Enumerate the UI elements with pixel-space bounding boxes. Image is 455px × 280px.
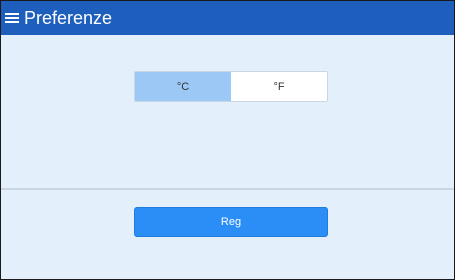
menu-icon-bar bbox=[5, 21, 19, 23]
menu-icon-bar bbox=[5, 17, 19, 19]
hamburger-menu-icon[interactable] bbox=[5, 11, 19, 25]
preferences-window: Preferenze °C °F Reg bbox=[0, 0, 455, 280]
page-title: Preferenze bbox=[24, 8, 113, 28]
section-divider bbox=[1, 188, 454, 190]
app-header: Preferenze bbox=[1, 1, 454, 35]
temperature-unit-toggle: °C °F bbox=[134, 71, 328, 102]
fahrenheit-option[interactable]: °F bbox=[231, 72, 327, 101]
save-button[interactable]: Reg bbox=[134, 207, 328, 237]
celsius-option[interactable]: °C bbox=[135, 72, 231, 101]
menu-icon-bar bbox=[5, 13, 19, 15]
